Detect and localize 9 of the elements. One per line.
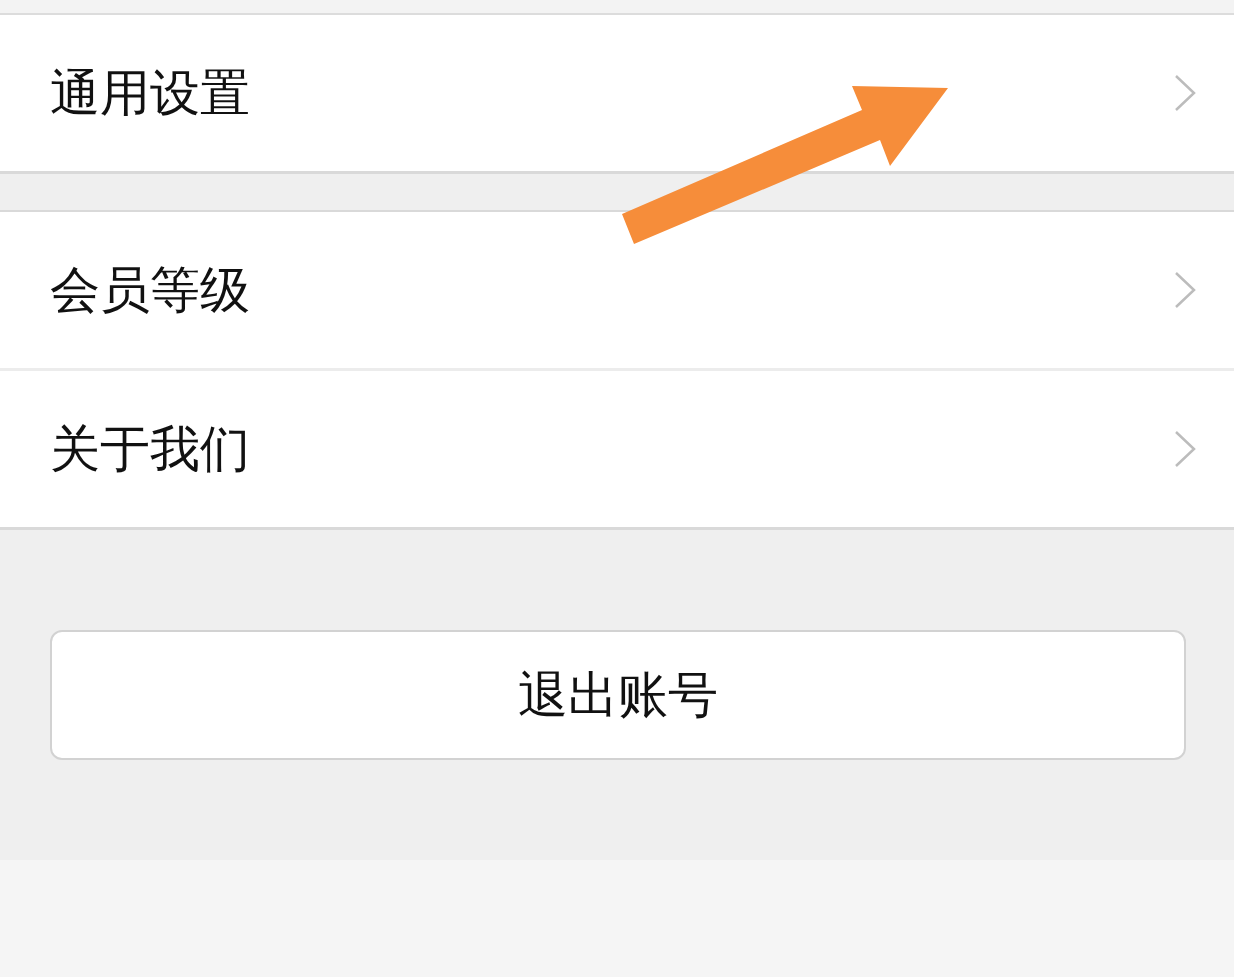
- chevron-right-icon: [1174, 74, 1196, 112]
- logout-button[interactable]: 退出账号: [50, 630, 1186, 760]
- row-label: 关于我们: [50, 418, 250, 480]
- row-label: 通用设置: [50, 62, 250, 124]
- row-label: 会员等级: [50, 259, 250, 321]
- chevron-right-icon: [1174, 271, 1196, 309]
- settings-row[interactable]: 关于我们: [0, 368, 1234, 527]
- settings-row[interactable]: 会员等级: [0, 212, 1234, 368]
- chevron-right-icon: [1174, 430, 1196, 468]
